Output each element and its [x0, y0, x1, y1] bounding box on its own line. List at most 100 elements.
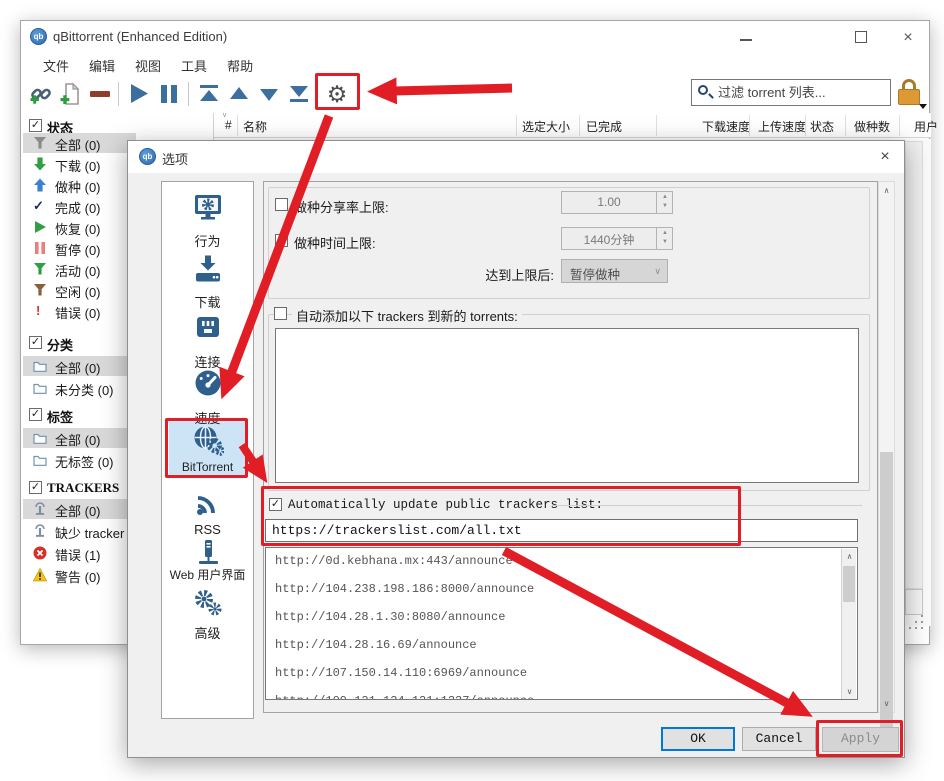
main-titlebar[interactable]: qb qBittorrent (Enhanced Edition) ×	[21, 21, 929, 53]
exclamation-icon: !	[36, 304, 50, 318]
speed-icon[interactable]	[192, 367, 224, 399]
tags-checkbox[interactable]: ✓	[29, 408, 42, 421]
trackers-to-add-textarea[interactable]	[275, 328, 859, 483]
column-upload-speed[interactable]: 上传速度	[758, 118, 806, 135]
bittorrent-icon[interactable]	[192, 424, 224, 456]
toolbar-separator	[188, 82, 189, 106]
close-button[interactable]: ×	[893, 27, 923, 49]
scroll-down-icon[interactable]: ∨	[879, 699, 894, 708]
sidebar-item-status-active[interactable]: 活动 (0)	[23, 259, 136, 279]
sidebar-item-status-errored[interactable]: ! 错误 (0)	[23, 301, 136, 321]
toolbar-separator	[118, 82, 119, 106]
menu-help[interactable]: 帮助	[217, 54, 263, 77]
arrow-up-icon	[33, 178, 47, 192]
sidebar-item-category-all[interactable]: 全部 (0)	[23, 356, 136, 376]
dialog-titlebar[interactable]: qb 选项 ×	[128, 141, 904, 173]
tracker-url: http://104.28.16.69/announce	[275, 638, 477, 652]
move-bottom-icon[interactable]	[287, 82, 311, 106]
limit-action-dropdown[interactable]: 暂停做种 ∨	[561, 259, 668, 283]
sidebar-item-status-paused[interactable]: 暂停 (0)	[23, 238, 136, 258]
maximize-button[interactable]	[846, 27, 876, 49]
menu-edit[interactable]: 编辑	[79, 54, 125, 77]
sidebar-item-status-completed[interactable]: ✓ 完成 (0)	[23, 196, 136, 216]
scroll-up-icon[interactable]: ∧	[879, 186, 894, 195]
auto-add-trackers-checkbox[interactable]	[274, 307, 287, 320]
nav-advanced[interactable]: 高级	[161, 623, 254, 642]
options-gear-icon[interactable]: ⚙	[324, 82, 350, 106]
sidebar-item-trackers-all[interactable]: 全部 (0)	[23, 499, 136, 519]
downloads-icon[interactable]	[192, 253, 224, 285]
nav-rss[interactable]: RSS	[161, 522, 254, 537]
scroll-down-icon[interactable]: ∨	[842, 687, 857, 696]
connection-icon[interactable]	[192, 311, 224, 343]
sidebar-item-trackers-trackerless[interactable]: 缺少 tracker	[23, 521, 136, 541]
tracker-list-scrollbar[interactable]: ∧ ∨	[841, 549, 856, 700]
column-status[interactable]: 状态	[810, 118, 834, 135]
webui-icon[interactable]	[192, 537, 224, 569]
menu-file[interactable]: 文件	[33, 54, 79, 77]
apply-button[interactable]: Apply	[822, 727, 899, 752]
menu-view[interactable]: 视图	[125, 54, 171, 77]
sidebar-item-status-all[interactable]: 全部 (0)	[23, 133, 136, 153]
chevron-down-icon: ∨	[654, 266, 661, 277]
dialog-close-button[interactable]: ×	[870, 146, 900, 168]
nav-webui[interactable]: Web 用户界面	[161, 566, 254, 583]
add-torrent-file-icon[interactable]	[59, 82, 83, 106]
move-up-icon[interactable]	[227, 82, 251, 106]
sidebar-item-trackers-warning[interactable]: 警告 (0)	[23, 565, 136, 585]
spin-up-icon[interactable]: ▲	[657, 230, 673, 236]
pause-icon[interactable]	[157, 82, 181, 106]
minimize-button[interactable]	[731, 27, 761, 49]
column-completed[interactable]: 已完成	[586, 118, 622, 135]
resume-icon[interactable]	[127, 82, 151, 106]
column-download-speed[interactable]: 下载速度	[702, 118, 750, 135]
spin-up-icon[interactable]: ▲	[657, 194, 673, 200]
behavior-icon[interactable]	[192, 191, 224, 223]
sidebar-item-status-seeding[interactable]: 做种 (0)	[23, 175, 136, 195]
sidebar-item-status-inactive[interactable]: 空闲 (0)	[23, 280, 136, 300]
cancel-button[interactable]: Cancel	[742, 727, 816, 751]
sidebar-item-status-resumed[interactable]: 恢复 (0)	[23, 217, 136, 237]
lock-button[interactable]	[895, 78, 925, 109]
scrollbar-thumb[interactable]	[843, 566, 855, 602]
trackers-checkbox[interactable]: ✓	[29, 481, 42, 494]
rss-icon[interactable]	[192, 486, 224, 518]
trackers-list-url-input[interactable]: https://trackerslist.com/all.txt	[265, 519, 858, 542]
sidebar-item-trackers-error[interactable]: 错误 (1)	[23, 543, 136, 563]
torrent-filter-search	[691, 79, 891, 106]
ratio-limit-spinbox[interactable]: 1.00 ▲▼	[561, 191, 673, 214]
column-user[interactable]: 用户	[914, 118, 938, 135]
categories-checkbox[interactable]: ✓	[29, 336, 42, 349]
nav-downloads[interactable]: 下载	[161, 292, 254, 311]
nav-behavior[interactable]: 行为	[161, 231, 254, 250]
seeding-time-checkbox[interactable]	[275, 234, 288, 247]
resize-grip[interactable]	[909, 615, 927, 633]
scroll-up-icon[interactable]: ∧	[842, 552, 857, 561]
seeding-time-spinbox[interactable]: 1440分钟 ▲▼	[561, 227, 673, 250]
ratio-limit-checkbox[interactable]	[275, 198, 288, 211]
delete-icon[interactable]	[90, 91, 110, 97]
column-selected-size[interactable]: 选定大小	[522, 118, 570, 135]
main-vertical-scrollbar[interactable]	[905, 141, 923, 589]
column-seeds[interactable]: 做种数	[854, 118, 890, 135]
spin-down-icon[interactable]: ▼	[657, 239, 673, 245]
column-name[interactable]: 名称	[243, 118, 267, 135]
auto-update-trackers-checkbox[interactable]: ✓	[269, 498, 282, 511]
move-down-icon[interactable]	[257, 82, 281, 106]
status-checkbox[interactable]: ✓	[29, 119, 42, 132]
sidebar-item-tag-all[interactable]: 全部 (0)	[23, 428, 136, 448]
scrollbar-thumb[interactable]	[880, 452, 893, 730]
sidebar-item-status-downloading[interactable]: 下载 (0)	[23, 154, 136, 174]
menu-tools[interactable]: 工具	[171, 54, 217, 77]
sidebar-item-tag-untagged[interactable]: 无标签 (0)	[23, 450, 136, 470]
add-torrent-link-icon[interactable]	[29, 82, 53, 106]
dialog-scrollbar[interactable]: ∧ ∨	[878, 181, 895, 713]
nav-bittorrent[interactable]: BitTorrent	[161, 460, 254, 474]
advanced-icon[interactable]	[192, 587, 224, 619]
move-top-icon[interactable]	[197, 82, 221, 106]
column-number[interactable]: #	[225, 118, 232, 132]
ok-button[interactable]: OK	[661, 727, 735, 751]
search-input[interactable]	[716, 81, 886, 104]
sidebar-item-category-uncategorized[interactable]: 未分类 (0)	[23, 378, 136, 398]
spin-down-icon[interactable]: ▼	[657, 203, 673, 209]
